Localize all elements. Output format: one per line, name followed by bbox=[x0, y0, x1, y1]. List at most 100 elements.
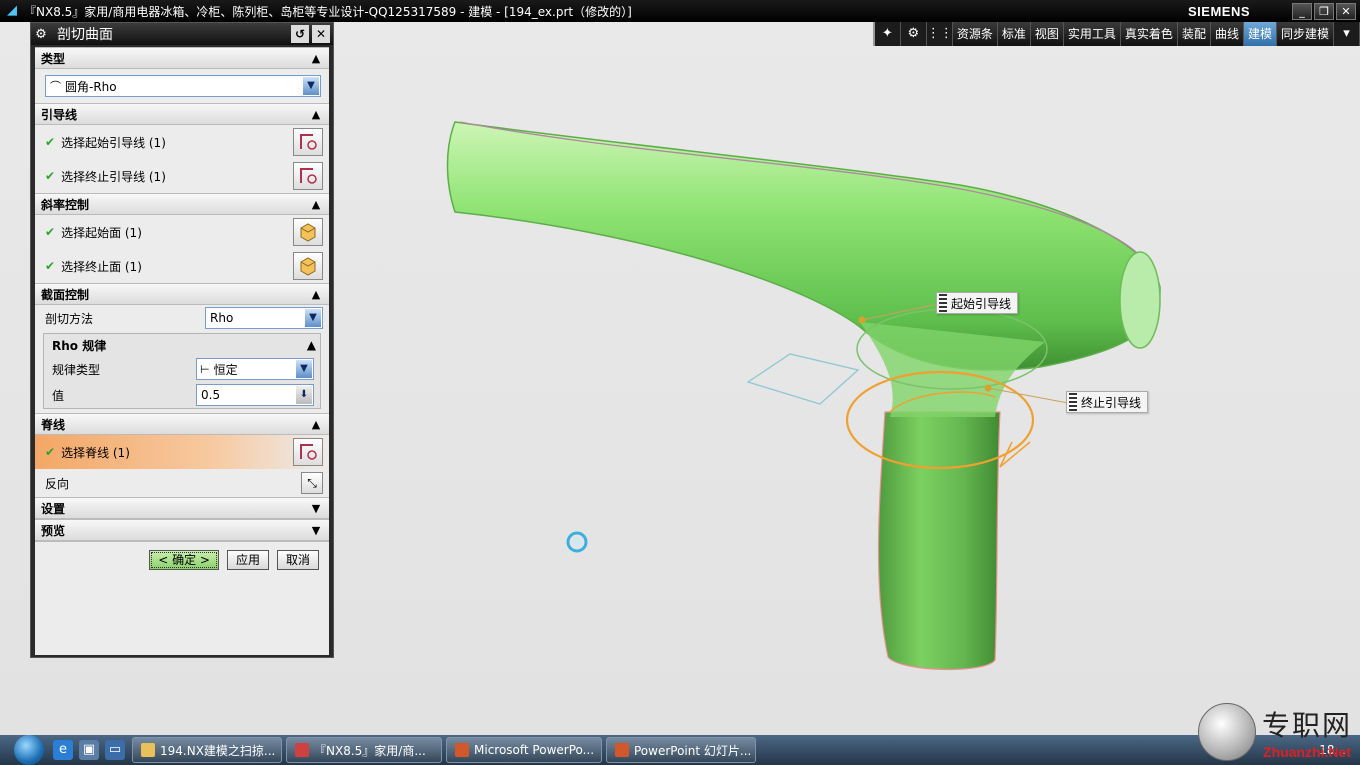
section-method-label: 剖切方法 bbox=[45, 311, 94, 326]
toolbar-menu-icon[interactable]: ▾ bbox=[1334, 22, 1360, 46]
rho-law-panel: Rho 规律 ▲ 规律类型 ⊢ 恒定 ▼ 值 0.5 ⬇ bbox=[43, 333, 321, 409]
face-select-icon[interactable] bbox=[293, 218, 323, 246]
dialog-title: 剖切曲面 bbox=[57, 27, 113, 43]
dialog-buttons: < 确定 > 应用 取消 bbox=[35, 541, 329, 578]
check-icon: ✔ bbox=[45, 259, 56, 273]
dialog-body: 类型 ▲ ⌒ 圆角-Rho ▼ 引导线 ▲ ✔ 选择起始引导线 (1) ✔ 选择… bbox=[35, 47, 329, 655]
close-button[interactable]: ✕ bbox=[1336, 2, 1356, 20]
restore-button[interactable]: ❐ bbox=[1314, 2, 1334, 20]
nozzle-opening bbox=[1119, 251, 1161, 349]
chevron-down-icon[interactable]: ▼ bbox=[305, 309, 321, 327]
section-settings-header[interactable]: 设置 ▼ bbox=[35, 497, 329, 519]
curve-select-icon[interactable] bbox=[293, 162, 323, 190]
chevron-up-icon[interactable]: ▲ bbox=[307, 418, 325, 431]
apply-button[interactable]: 应用 bbox=[226, 550, 269, 570]
title-bar: ◢ 『NX8.5』家用/商用电器冰箱、冷柜、陈列柜、岛柜等专业设计-QQ1253… bbox=[0, 0, 1360, 22]
tab-sync-modeling[interactable]: 同步建模 bbox=[1276, 22, 1334, 46]
grip-icon bbox=[939, 294, 947, 312]
taskbar: e ▣ ▭ 194.NX建模之扫掠... 『NX8.5』家用/商... Micr… bbox=[0, 735, 1360, 765]
law-constant-icon: ⊢ bbox=[200, 362, 210, 376]
minimize-button[interactable]: _ bbox=[1292, 2, 1312, 20]
powerpoint-icon bbox=[615, 743, 629, 757]
type-select[interactable]: ⌒ 圆角-Rho ▼ bbox=[45, 75, 321, 97]
rho-law-header[interactable]: Rho 规律 ▲ bbox=[44, 334, 320, 356]
section-spine-header[interactable]: 脊线 ▲ bbox=[35, 413, 329, 435]
task-nx[interactable]: 『NX8.5』家用/商... bbox=[286, 737, 442, 763]
chevron-down-icon[interactable]: ▼ bbox=[307, 524, 325, 537]
ie-icon[interactable]: e bbox=[53, 740, 73, 760]
start-button[interactable] bbox=[14, 735, 44, 765]
dryer-body bbox=[446, 121, 1161, 371]
soccer-ball-logo-icon bbox=[1197, 703, 1256, 761]
gear-icon[interactable]: ⚙ bbox=[901, 22, 927, 46]
powerpoint-icon bbox=[455, 743, 469, 757]
section-method-select[interactable]: Rho ▼ bbox=[205, 307, 323, 329]
task-slideshow[interactable]: PowerPoint 幻灯片... bbox=[606, 737, 756, 763]
datum-plane bbox=[746, 353, 860, 405]
curve-select-icon[interactable] bbox=[293, 438, 323, 466]
bird-logo-icon[interactable]: ✦ bbox=[875, 22, 901, 46]
command-toolbar: ✦ ⚙ ⋮⋮ 资源条 标准 视图 实用工具 真实着色 装配 曲线 建模 同步建模… bbox=[872, 22, 1360, 46]
dialog-title-bar[interactable]: ⚙ 剖切曲面 ↺ ✕ bbox=[31, 23, 333, 45]
nx-icon bbox=[295, 743, 309, 757]
task-powerpoint[interactable]: Microsoft PowerPo... bbox=[446, 737, 602, 763]
close-icon[interactable]: ✕ bbox=[312, 25, 330, 43]
siemens-logo: SIEMENS bbox=[1187, 3, 1250, 19]
check-icon: ✔ bbox=[45, 225, 56, 239]
select-start-guide-row[interactable]: ✔ 选择起始引导线 (1) bbox=[35, 125, 329, 159]
reverse-label: 反向 bbox=[45, 476, 70, 491]
task-folder[interactable]: 194.NX建模之扫掠... bbox=[132, 737, 282, 763]
chevron-up-icon[interactable]: ▲ bbox=[307, 198, 325, 211]
chevron-up-icon[interactable]: ▲ bbox=[307, 108, 325, 121]
check-icon: ✔ bbox=[45, 169, 56, 183]
nx-app-icon[interactable]: ◢ bbox=[4, 3, 20, 19]
face-select-icon[interactable] bbox=[293, 252, 323, 280]
select-end-face-row[interactable]: ✔ 选择终止面 (1) bbox=[35, 249, 329, 283]
tab-utilities[interactable]: 实用工具 bbox=[1063, 22, 1121, 46]
tab-assembly[interactable]: 装配 bbox=[1177, 22, 1211, 46]
grid-icon[interactable]: ⋮⋮ bbox=[927, 22, 953, 46]
grip-icon bbox=[1069, 393, 1077, 411]
ok-button[interactable]: < 确定 > bbox=[149, 550, 219, 570]
chevron-down-icon[interactable]: ▼ bbox=[296, 360, 312, 378]
desktop-icon[interactable]: ▭ bbox=[105, 740, 125, 760]
tab-resource-bar[interactable]: 资源条 bbox=[952, 22, 998, 46]
section-guides-header[interactable]: 引导线 ▲ bbox=[35, 103, 329, 125]
tab-modeling[interactable]: 建模 bbox=[1243, 22, 1277, 46]
tab-standard[interactable]: 标准 bbox=[997, 22, 1031, 46]
chevron-up-icon[interactable]: ▲ bbox=[307, 288, 325, 301]
tab-true-shading[interactable]: 真实着色 bbox=[1120, 22, 1178, 46]
section-preview-header[interactable]: 预览 ▼ bbox=[35, 519, 329, 541]
chevron-up-icon[interactable]: ▲ bbox=[307, 338, 316, 352]
curve-select-icon[interactable] bbox=[293, 128, 323, 156]
network-icon[interactable]: ▣ bbox=[79, 740, 99, 760]
reset-icon[interactable]: ↺ bbox=[291, 25, 309, 43]
chevron-down-icon[interactable]: ▼ bbox=[307, 502, 325, 515]
watermark: 专职网 Zhuanzhi.Net bbox=[1197, 703, 1352, 761]
select-spine-row[interactable]: ✔ 选择脊线 (1) bbox=[35, 435, 329, 469]
section-type-header[interactable]: 类型 ▲ bbox=[35, 47, 329, 69]
check-icon: ✔ bbox=[45, 135, 56, 149]
window-title: 『NX8.5』家用/商用电器冰箱、冷柜、陈列柜、岛柜等专业设计-QQ125317… bbox=[24, 4, 632, 19]
select-end-guide-row[interactable]: ✔ 选择终止引导线 (1) bbox=[35, 159, 329, 193]
chevron-up-icon[interactable]: ▲ bbox=[307, 52, 325, 65]
rho-value-field[interactable]: 0.5 ⬇ bbox=[196, 384, 314, 406]
fillet-rho-icon: ⌒ bbox=[50, 80, 61, 93]
section-control-header[interactable]: 截面控制 ▲ bbox=[35, 283, 329, 305]
tab-curve[interactable]: 曲线 bbox=[1210, 22, 1244, 46]
cancel-button[interactable]: 取消 bbox=[276, 550, 319, 570]
select-start-face-row[interactable]: ✔ 选择起始面 (1) bbox=[35, 215, 329, 249]
end-guide-label[interactable]: 终止引导线 bbox=[1066, 391, 1149, 413]
check-icon: ✔ bbox=[45, 445, 56, 459]
law-type-select[interactable]: ⊢ 恒定 ▼ bbox=[196, 358, 314, 380]
start-guide-label[interactable]: 起始引导线 bbox=[936, 292, 1019, 314]
gear-icon[interactable]: ⚙ bbox=[31, 27, 51, 42]
folder-icon bbox=[141, 743, 155, 757]
section-slope-header[interactable]: 斜率控制 ▲ bbox=[35, 193, 329, 215]
handle-body bbox=[877, 411, 1001, 670]
spin-down-icon[interactable]: ⬇ bbox=[296, 386, 312, 404]
section-surface-dialog: ⚙ 剖切曲面 ↺ ✕ 类型 ▲ ⌒ 圆角-Rho ▼ 引导线 ▲ ✔ 选择起始引… bbox=[30, 22, 334, 658]
tab-view[interactable]: 视图 bbox=[1030, 22, 1064, 46]
chevron-down-icon[interactable]: ▼ bbox=[303, 77, 319, 95]
reverse-direction-icon[interactable]: ⤡ bbox=[301, 472, 323, 494]
